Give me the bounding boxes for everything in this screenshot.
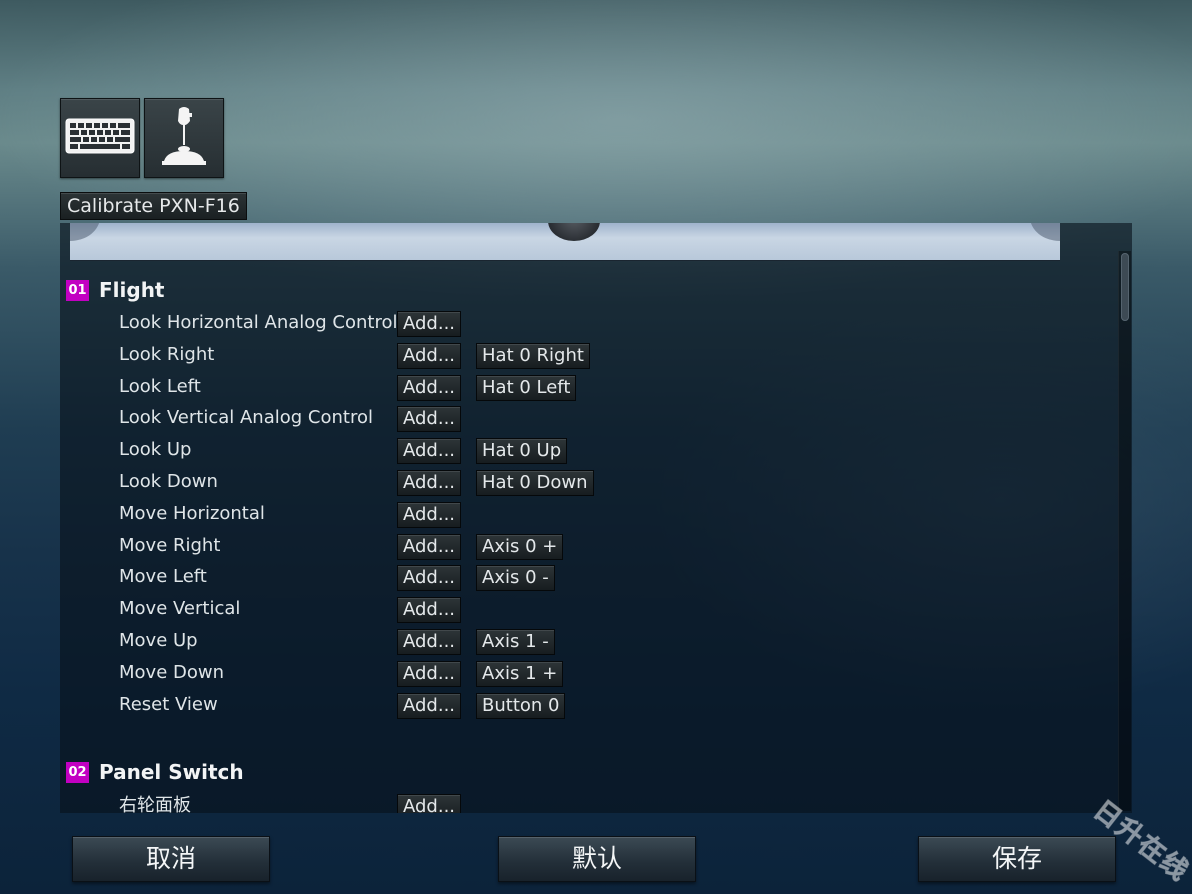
binding-button[interactable]: Axis 0 + (476, 534, 564, 560)
save-button[interactable]: 保存 (918, 836, 1116, 882)
add-binding-button[interactable]: Add... (397, 343, 462, 369)
binding-row: Reset View Add... Button 0 (119, 691, 679, 719)
binding-row: Move Vertical Add... (119, 595, 679, 623)
joystick-tab-button[interactable] (144, 98, 224, 178)
binding-row: Move Left Add... Axis 0 - (119, 563, 679, 591)
add-binding-button[interactable]: Add... (397, 565, 462, 591)
add-binding-button[interactable]: Add... (397, 597, 462, 623)
scrollbar[interactable] (1118, 251, 1131, 811)
binding-label: Look Vertical Analog Control (119, 407, 373, 428)
binding-row: Look Vertical Analog Control Add... (119, 404, 679, 432)
binding-label: Move Right (119, 535, 221, 556)
section-number-badge: 02 (66, 761, 89, 783)
binding-button[interactable]: Hat 0 Right (476, 343, 590, 369)
binding-row: Move Down Add... Axis 1 + (119, 659, 679, 687)
add-binding-button[interactable]: Add... (397, 693, 462, 719)
binding-label: Reset View (119, 694, 218, 715)
binding-label: 右轮面板 (119, 795, 191, 813)
binding-row: 右轮面板 Add... (119, 792, 679, 813)
add-binding-button[interactable]: Add... (397, 470, 462, 496)
add-binding-button[interactable]: Add... (397, 438, 462, 464)
add-binding-button[interactable]: Add... (397, 375, 462, 401)
add-binding-button[interactable]: Add... (397, 661, 462, 687)
add-binding-button[interactable]: Add... (397, 794, 462, 813)
add-binding-button[interactable]: Add... (397, 534, 462, 560)
binding-label: Look Horizontal Analog Control (119, 312, 398, 333)
keyboard-icon (65, 118, 135, 158)
binding-label: Move Horizontal (119, 503, 265, 524)
section-header-flight: 01 Flight (66, 277, 165, 303)
binding-label: Look Down (119, 471, 218, 492)
add-binding-button[interactable]: Add... (397, 406, 462, 432)
scrollbar-thumb[interactable] (1121, 253, 1129, 321)
binding-label: Move Left (119, 566, 207, 587)
add-binding-button[interactable]: Add... (397, 502, 462, 528)
add-binding-button[interactable]: Add... (397, 629, 462, 655)
device-banner (70, 223, 1060, 261)
binding-label: Move Up (119, 630, 198, 651)
section-title: Panel Switch (99, 760, 244, 784)
binding-button[interactable]: Axis 1 + (476, 661, 564, 687)
section-number-badge: 01 (66, 279, 89, 301)
binding-row: Look Left Add... Hat 0 Left (119, 373, 679, 401)
binding-row: Move Right Add... Axis 0 + (119, 532, 679, 560)
binding-row: Look Right Add... Hat 0 Right (119, 341, 679, 369)
section-header-panel-switch: 02 Panel Switch (66, 759, 244, 785)
cancel-button[interactable]: 取消 (72, 836, 270, 882)
binding-label: Move Down (119, 662, 224, 683)
binding-button[interactable]: Button 0 (476, 693, 566, 719)
binding-label: Move Vertical (119, 598, 241, 619)
bindings-panel: 01 Flight Look Horizontal Analog Control… (60, 223, 1132, 813)
binding-row: Move Up Add... Axis 1 - (119, 627, 679, 655)
binding-button[interactable]: Hat 0 Down (476, 470, 594, 496)
binding-row: Look Down Add... Hat 0 Down (119, 468, 679, 496)
joystick-icon (159, 105, 209, 171)
binding-row: Look Horizontal Analog Control Add... (119, 309, 679, 337)
binding-button[interactable]: Hat 0 Up (476, 438, 568, 464)
binding-button[interactable]: Axis 0 - (476, 565, 555, 591)
section-title: Flight (99, 278, 165, 302)
binding-row: Move Horizontal Add... (119, 500, 679, 528)
binding-row: Look Up Add... Hat 0 Up (119, 436, 679, 464)
add-binding-button[interactable]: Add... (397, 311, 462, 337)
binding-label: Look Left (119, 376, 201, 397)
calibrate-button[interactable]: Calibrate PXN-F16 (60, 192, 247, 220)
binding-label: Look Right (119, 344, 215, 365)
binding-button[interactable]: Hat 0 Left (476, 375, 577, 401)
binding-label: Look Up (119, 439, 192, 460)
binding-button[interactable]: Axis 1 - (476, 629, 555, 655)
keyboard-tab-button[interactable] (60, 98, 140, 178)
default-button[interactable]: 默认 (498, 836, 696, 882)
